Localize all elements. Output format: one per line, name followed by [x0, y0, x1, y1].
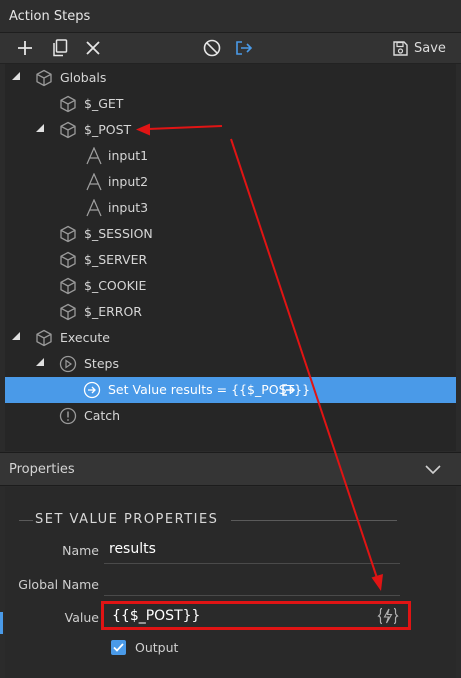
- tree-item-input2[interactable]: input2: [5, 169, 456, 195]
- toolbar: Save: [0, 33, 461, 64]
- tree-item-input1[interactable]: input1: [5, 143, 456, 169]
- copy-icon[interactable]: [50, 38, 70, 58]
- arrow-circle-icon: [83, 381, 101, 399]
- properties-panel: SET VALUE PROPERTIES Name results Global…: [5, 487, 456, 678]
- properties-title: Properties: [9, 462, 75, 477]
- dynamic-data-icon[interactable]: [377, 607, 399, 625]
- plus-icon[interactable]: [15, 38, 35, 58]
- play-circle-icon: [59, 355, 77, 373]
- divider: [231, 520, 397, 521]
- text-icon: [86, 199, 102, 217]
- tree-item-set-value[interactable]: Set Value results = {{$_POST}}: [5, 377, 456, 403]
- expand-triangle-icon[interactable]: [12, 332, 20, 340]
- value-label: Value: [64, 610, 99, 625]
- tree-item-steps[interactable]: Steps: [5, 351, 456, 377]
- expand-triangle-icon[interactable]: [12, 72, 20, 80]
- focus-indicator: [0, 612, 3, 634]
- tree-item-server[interactable]: $_SERVER: [5, 247, 456, 273]
- name-underline: [104, 563, 400, 564]
- divider: [19, 520, 33, 521]
- output-checkbox[interactable]: [111, 640, 126, 655]
- section-title: SET VALUE PROPERTIES: [35, 512, 219, 527]
- cube-icon: [36, 329, 52, 347]
- export-icon[interactable]: [235, 38, 255, 58]
- text-icon: [86, 147, 102, 165]
- expand-triangle-icon[interactable]: [36, 358, 44, 366]
- value-field[interactable]: {{$_POST}}: [101, 601, 411, 630]
- name-label: Name: [62, 543, 99, 558]
- value-text: {{$_POST}}: [112, 608, 201, 624]
- save-label: Save: [414, 40, 446, 56]
- floppy-icon: [393, 40, 408, 56]
- tree-item-post[interactable]: $_POST: [5, 117, 456, 143]
- output-label: Output: [135, 640, 179, 655]
- exclamation-circle-icon: [59, 407, 77, 425]
- cube-icon: [60, 303, 76, 321]
- tree-item-execute[interactable]: Execute: [5, 325, 456, 351]
- expand-triangle-icon[interactable]: [36, 124, 44, 132]
- cube-icon: [36, 69, 52, 87]
- tree-item-get[interactable]: $_GET: [5, 91, 456, 117]
- global-name-label: Global Name: [18, 577, 99, 592]
- ban-icon[interactable]: [202, 38, 222, 58]
- tree-item-input3[interactable]: input3: [5, 195, 456, 221]
- chevron-down-icon[interactable]: [424, 462, 442, 476]
- cube-icon: [60, 277, 76, 295]
- name-field[interactable]: results: [109, 541, 156, 557]
- cube-icon: [60, 121, 76, 139]
- tree-item-globals[interactable]: Globals: [5, 65, 456, 91]
- section-heading: SET VALUE PROPERTIES: [19, 512, 399, 528]
- panel-title: Action Steps: [9, 9, 91, 24]
- cube-icon: [60, 251, 76, 269]
- action-steps-tree: Globals $_GET $_POST input1 input2 input…: [5, 64, 456, 451]
- tree-item-cookie[interactable]: $_COOKIE: [5, 273, 456, 299]
- tree-item-error[interactable]: $_ERROR: [5, 299, 456, 325]
- tree-item-session[interactable]: $_SESSION: [5, 221, 456, 247]
- global-name-underline: [104, 595, 400, 596]
- cube-icon: [60, 225, 76, 243]
- cube-icon: [60, 95, 76, 113]
- panel-titlebar: Action Steps: [0, 0, 461, 33]
- text-icon: [86, 173, 102, 191]
- save-button[interactable]: Save: [393, 38, 446, 58]
- output-arrow-icon: [282, 384, 296, 396]
- checkmark-icon: [113, 643, 124, 652]
- properties-header[interactable]: Properties: [0, 452, 461, 486]
- tree-item-catch[interactable]: Catch: [5, 403, 456, 429]
- close-icon[interactable]: [83, 38, 103, 58]
